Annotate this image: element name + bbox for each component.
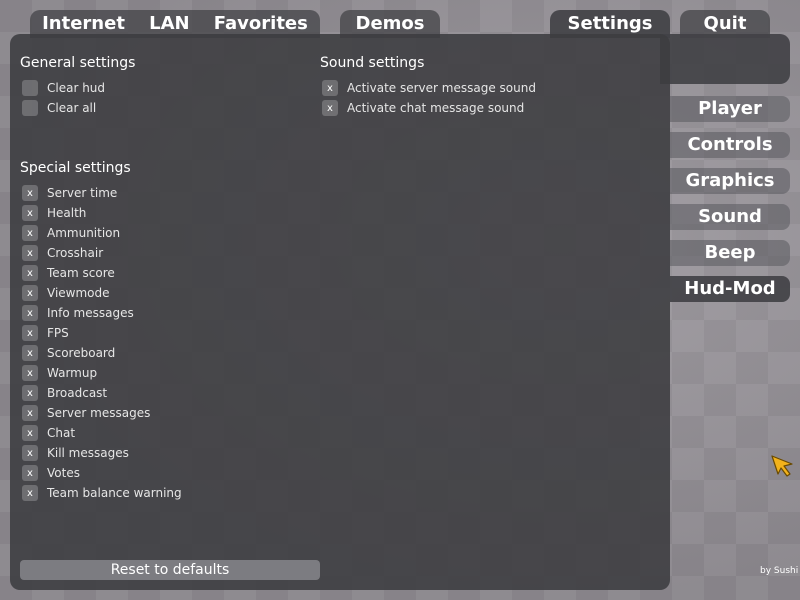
checkbox-team-balance-warning[interactable]: x Team balance warning (22, 484, 182, 502)
checkbox-box[interactable]: x (322, 80, 338, 96)
settings-tab-extension (660, 34, 790, 84)
checkbox-label: Server messages (47, 406, 151, 420)
checkbox-label: Kill messages (47, 446, 129, 460)
checkbox-box[interactable]: x (22, 225, 38, 241)
checkbox-box[interactable]: x (22, 285, 38, 301)
reset-to-defaults-button[interactable]: Reset to defaults (20, 560, 320, 580)
checkbox-votes[interactable]: x Votes (22, 464, 80, 482)
checkbox-box[interactable]: x (22, 265, 38, 281)
checkbox-server-message-sound[interactable]: x Activate server message sound (322, 79, 536, 97)
general-settings-title: General settings (20, 55, 136, 71)
special-settings-title: Special settings (20, 160, 131, 176)
checkbox-label: Team score (47, 266, 115, 280)
checkbox-box[interactable]: x (22, 325, 38, 341)
checkbox-chat-message-sound[interactable]: x Activate chat message sound (322, 99, 524, 117)
checkbox-label: Chat (47, 426, 76, 440)
checkbox-box[interactable]: x (22, 305, 38, 321)
side-menu-sound[interactable]: Sound (670, 204, 790, 230)
checkbox-box[interactable]: x (22, 425, 38, 441)
checkbox-server-time[interactable]: x Server time (22, 184, 117, 202)
arrow-cursor-icon (771, 455, 793, 477)
sound-settings-title: Sound settings (320, 55, 425, 71)
checkbox-label: Votes (47, 466, 80, 480)
checkbox-box[interactable]: x (22, 185, 38, 201)
checkbox-box[interactable]: x (22, 205, 38, 221)
checkbox-box[interactable] (22, 80, 38, 96)
checkbox-label: Broadcast (47, 386, 108, 400)
checkbox-fps[interactable]: x FPS (22, 324, 69, 342)
checkbox-viewmode[interactable]: x Viewmode (22, 284, 110, 302)
checkbox-label: Activate chat message sound (347, 101, 525, 115)
checkbox-label: Info messages (47, 306, 134, 320)
credit-text: by Sushi (760, 566, 799, 576)
checkbox-label: FPS (47, 326, 69, 340)
checkbox-label: Warmup (47, 366, 98, 380)
checkbox-chat[interactable]: x Chat (22, 424, 75, 442)
checkbox-clear-hud[interactable]: Clear hud (22, 79, 105, 97)
checkbox-box[interactable]: x (22, 345, 38, 361)
side-menu-player[interactable]: Player (670, 96, 790, 122)
side-menu-beep[interactable]: Beep (670, 240, 790, 266)
checkbox-clear-all[interactable]: Clear all (22, 99, 96, 117)
checkbox-warmup[interactable]: x Warmup (22, 364, 97, 382)
checkbox-label: Activate server message sound (347, 81, 536, 95)
side-menu-hud-mod[interactable]: Hud-Mod (670, 276, 790, 302)
checkbox-label: Scoreboard (47, 346, 116, 360)
checkbox-box[interactable]: x (22, 445, 38, 461)
side-menu-controls[interactable]: Controls (670, 132, 790, 158)
checkbox-label: Clear hud (47, 81, 106, 95)
checkbox-label: Ammunition (47, 226, 121, 240)
checkbox-box[interactable]: x (22, 365, 38, 381)
checkbox-box[interactable]: x (22, 465, 38, 481)
checkbox-box[interactable]: x (22, 485, 38, 501)
checkbox-server-messages[interactable]: x Server messages (22, 404, 150, 422)
checkbox-team-score[interactable]: x Team score (22, 264, 115, 282)
checkbox-health[interactable]: x Health (22, 204, 86, 222)
checkbox-broadcast[interactable]: x Broadcast (22, 384, 107, 402)
checkbox-info-messages[interactable]: x Info messages (22, 304, 134, 322)
checkbox-label: Clear all (47, 101, 97, 115)
checkbox-ammunition[interactable]: x Ammunition (22, 224, 120, 242)
checkbox-box[interactable]: x (22, 385, 38, 401)
checkbox-label: Viewmode (47, 286, 110, 300)
checkbox-box[interactable]: x (322, 100, 338, 116)
checkbox-kill-messages[interactable]: x Kill messages (22, 444, 129, 462)
checkbox-scoreboard[interactable]: x Scoreboard (22, 344, 115, 362)
checkbox-box[interactable]: x (22, 405, 38, 421)
checkbox-box[interactable] (22, 100, 38, 116)
checkbox-label: Health (47, 206, 87, 220)
checkbox-box[interactable]: x (22, 245, 38, 261)
side-menu-graphics[interactable]: Graphics (670, 168, 790, 194)
checkbox-label: Crosshair (47, 246, 104, 260)
checkbox-label: Team balance warning (47, 486, 182, 500)
checkbox-crosshair[interactable]: x Crosshair (22, 244, 103, 262)
checkbox-label: Server time (47, 186, 118, 200)
